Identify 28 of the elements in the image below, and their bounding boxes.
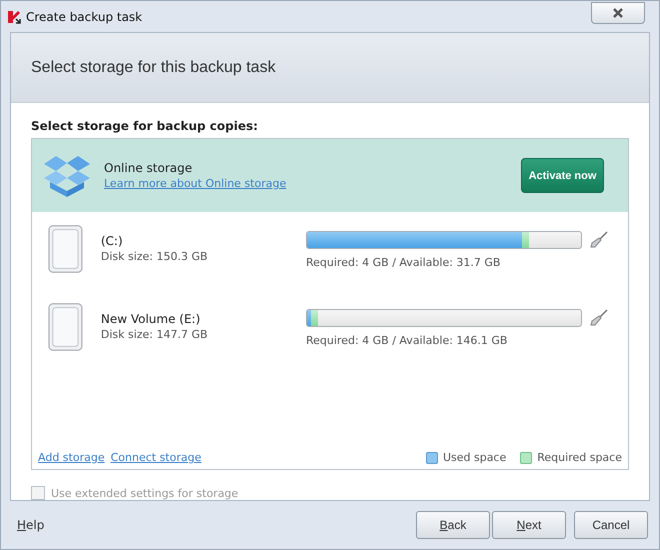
section-title: Select storage for backup copies: (31, 119, 259, 133)
app-logo-icon (7, 10, 21, 24)
hard-drive-icon (48, 224, 83, 274)
disk-size: Disk size: 150.3 GB (100, 250, 209, 263)
close-button[interactable] (591, 2, 645, 24)
space-reading: Required: 4 GB / Available: 146.1 GB (306, 334, 508, 347)
hard-drive-icon (48, 302, 83, 352)
learn-more-link[interactable]: Learn more about Online storage (104, 177, 509, 190)
dialog-button[interactable]: Next (492, 511, 566, 539)
dialog-button[interactable]: Back (416, 511, 490, 539)
legend-label: Used space (442, 451, 506, 464)
storage-link[interactable]: Add storage (38, 451, 105, 464)
activate-button[interactable]: Activate now (521, 158, 604, 193)
dialog-button[interactable]: Cancel (574, 511, 648, 539)
broom-icon[interactable] (590, 309, 608, 327)
close-icon[interactable] (612, 6, 624, 18)
broom-icon[interactable] (590, 231, 608, 249)
legend-label: Required space (537, 451, 622, 464)
box-icon (42, 154, 92, 198)
drive-name: (C:) (100, 234, 124, 248)
help-link[interactable]: Help (17, 518, 416, 532)
space-reading: Required: 4 GB / Available: 31.7 GB (306, 256, 502, 269)
page-heading: Select storage for this backup task (31, 58, 276, 76)
window-title: Create backup task (26, 10, 144, 24)
storage-name: Online storage (104, 161, 194, 175)
drive-name: New Volume (E:) (100, 312, 202, 326)
storage-link[interactable]: Connect storage (110, 451, 202, 464)
disk-size: Disk size: 147.7 GB (100, 328, 209, 341)
